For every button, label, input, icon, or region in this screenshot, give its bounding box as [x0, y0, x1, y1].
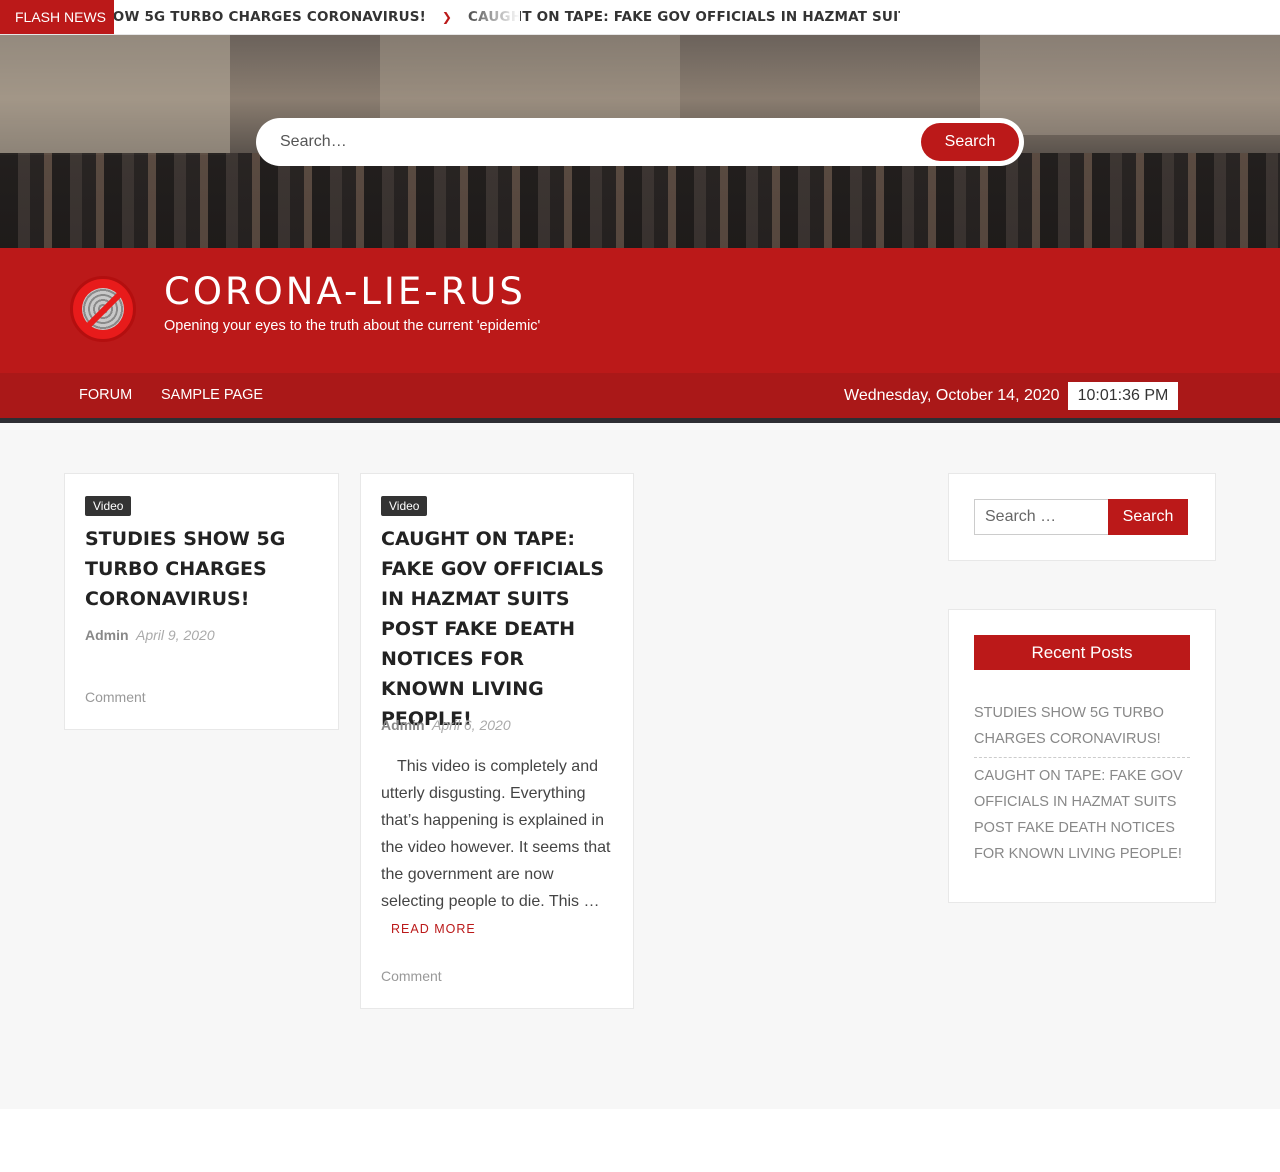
main-content: Video STUDIES SHOW 5G TURBO CHARGES CORO…: [0, 423, 1280, 1109]
post-author[interactable]: Admin: [85, 627, 129, 643]
post-card: Video STUDIES SHOW 5G TURBO CHARGES CORO…: [64, 473, 339, 730]
post-card: Video CAUGHT ON TAPE: FAKE GOV OFFICIALS…: [360, 473, 634, 1009]
recent-post-link[interactable]: CAUGHT ON TAPE: FAKE GOV OFFICIALS IN HA…: [974, 763, 1190, 867]
post-date[interactable]: April 9, 2020: [136, 627, 215, 643]
post-date[interactable]: April 6, 2020: [432, 717, 511, 733]
header-search-form: Search: [256, 118, 1024, 166]
current-time: 10:01:36 PM: [1068, 382, 1178, 410]
nav-item-sample-page[interactable]: SAMPLE PAGE: [161, 373, 263, 418]
sidebar-search-widget: Search: [948, 473, 1216, 561]
header-search-button[interactable]: Search: [921, 123, 1019, 161]
ticker-fade: [460, 0, 520, 34]
flash-news-label: FLASH NEWS: [0, 0, 114, 34]
recent-posts-widget: Recent Posts STUDIES SHOW 5G TURBO CHARG…: [948, 609, 1216, 903]
post-comment-link[interactable]: Comment: [85, 689, 146, 705]
building-shape: [980, 35, 1280, 135]
nav-item-forum[interactable]: FORUM: [79, 373, 132, 418]
widget-title: Recent Posts: [974, 635, 1190, 670]
post-title[interactable]: STUDIES SHOW 5G TURBO CHARGES CORONAVIRU…: [85, 524, 317, 614]
current-date: Wednesday, October 14, 2020: [844, 387, 1060, 404]
building-shape: [0, 35, 230, 155]
news-ticker: STUDIES SHOW 5G TURBO CHARGES CORONAVIRU…: [0, 0, 900, 34]
header-image: Search: [0, 35, 1280, 248]
post-category[interactable]: Video: [381, 496, 428, 516]
post-comment-link[interactable]: Comment: [381, 968, 442, 984]
read-more-link[interactable]: READ MORE: [391, 922, 476, 936]
post-title[interactable]: CAUGHT ON TAPE: FAKE GOV OFFICIALS IN HA…: [381, 524, 613, 734]
sidebar-search-input[interactable]: [974, 499, 1109, 535]
site-logo[interactable]: [70, 276, 136, 342]
sidebar-search-button[interactable]: Search: [1108, 499, 1188, 535]
site-title[interactable]: CORONA-LIE-RUS: [164, 270, 526, 313]
crowd-shape: [0, 153, 1280, 248]
site-branding: CORONA-LIE-RUS Opening your eyes to the …: [0, 248, 1280, 373]
post-excerpt: This video is completely and utterly dis…: [381, 758, 611, 910]
post-author[interactable]: Admin: [381, 717, 425, 733]
site-description: Opening your eyes to the truth about the…: [164, 318, 541, 334]
ticker-item[interactable]: CAUGHT ON TAPE: FAKE GOV OFFICIALS IN HA…: [468, 0, 900, 34]
flash-news-bar: STUDIES SHOW 5G TURBO CHARGES CORONAVIRU…: [0, 0, 1280, 35]
header-search-input[interactable]: [280, 118, 900, 166]
recent-post-link[interactable]: STUDIES SHOW 5G TURBO CHARGES CORONAVIRU…: [974, 700, 1190, 752]
main-navigation: FORUM SAMPLE PAGE Wednesday, October 14,…: [0, 373, 1280, 418]
divider: [974, 757, 1190, 758]
post-category[interactable]: Video: [85, 496, 132, 516]
footer: [0, 1109, 1280, 1172]
